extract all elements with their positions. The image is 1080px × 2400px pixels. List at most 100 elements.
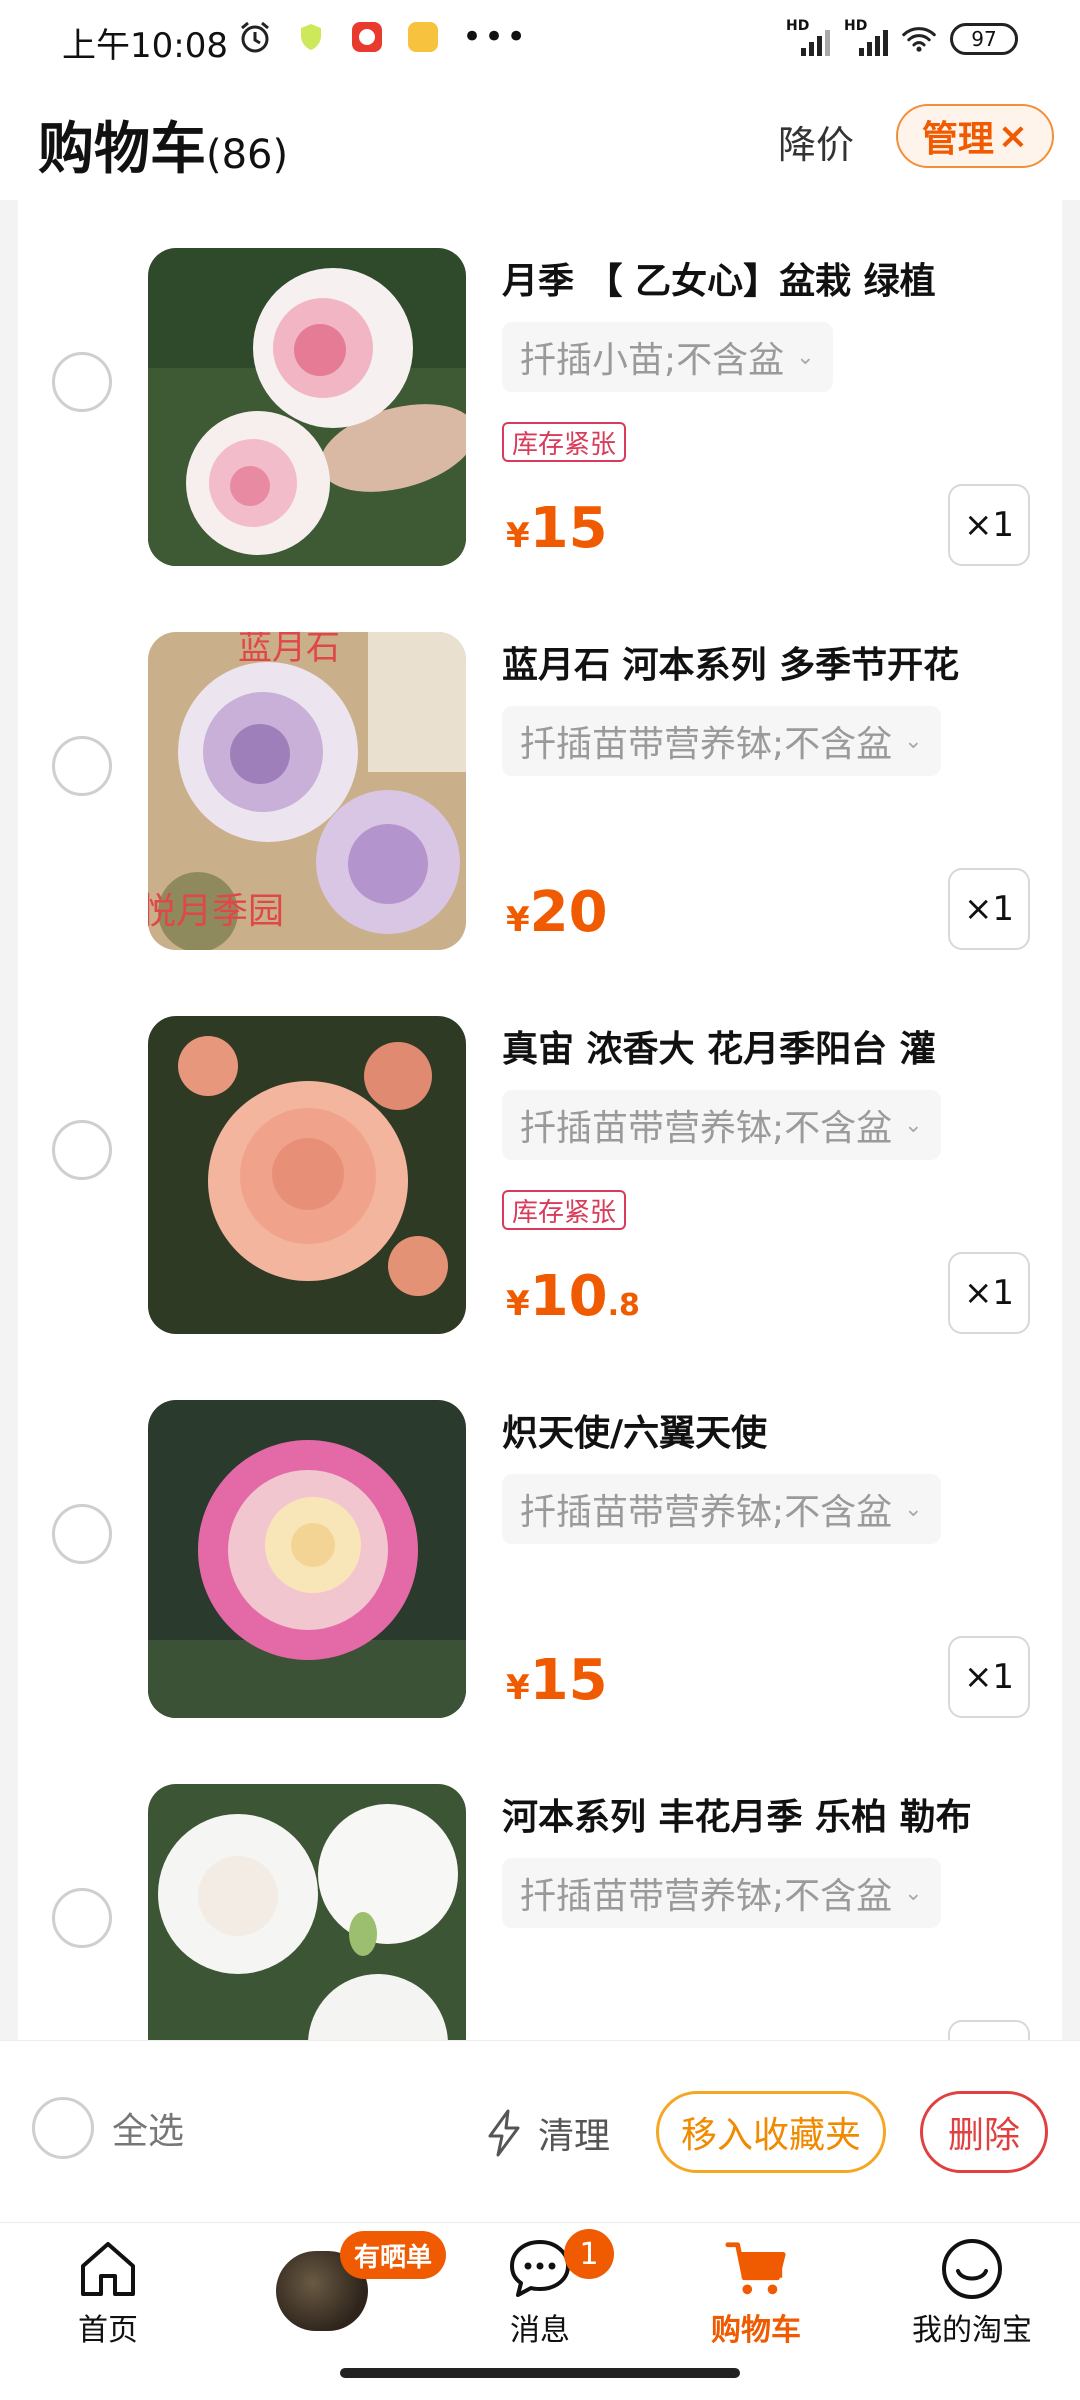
promo-badge: 有晒单 <box>340 2231 447 2279</box>
app-notification-icon <box>350 20 384 54</box>
clean-button[interactable]: 清理 <box>482 2107 610 2159</box>
signal-icon: HD <box>786 18 830 56</box>
tab-home[interactable]: 首页 <box>28 2237 188 2357</box>
price-integer: 15 <box>529 496 608 561</box>
sku-label: 扦插苗带营养钵;不含盆 <box>520 1108 893 1149</box>
item-select-checkbox[interactable] <box>52 1120 112 1180</box>
price-integer: 20 <box>529 880 608 945</box>
product-image[interactable] <box>148 248 466 566</box>
price: ¥20 <box>506 880 608 945</box>
move-to-favorites-button[interactable]: 移入收藏夹 <box>656 2091 886 2173</box>
chevron-down-icon: ⌄ <box>904 1496 923 1522</box>
sku-label: 扦插苗带营养钵;不含盆 <box>520 1876 893 1917</box>
page-title-text: 购物车 <box>38 117 206 182</box>
signal-icon: HD <box>844 18 888 56</box>
notification-icons: ••• <box>238 20 528 54</box>
clean-label: 清理 <box>538 2116 611 2157</box>
select-all-checkbox[interactable] <box>32 2097 94 2159</box>
product-name[interactable]: 蓝月石 河本系列 多季节开花 <box>502 636 1042 688</box>
page-title: 购物车(86) <box>38 104 288 185</box>
status-time: 上午10:08 <box>62 26 228 66</box>
chevron-down-icon: ⌄ <box>796 344 815 370</box>
shield-icon <box>294 20 328 54</box>
sku-selector[interactable]: 扦插苗带营养钵;不含盆 ⌄ <box>502 1090 941 1160</box>
home-indicator[interactable] <box>340 2368 740 2378</box>
select-all-label: 全选 <box>112 2111 185 2152</box>
tab-my-taobao-label: 我的淘宝 <box>912 2313 1032 2348</box>
price: ¥15 <box>506 496 608 561</box>
price: ¥15 <box>506 1648 608 1713</box>
tab-cart-label: 购物车 <box>711 2313 801 2348</box>
cart-item: 炽天使/六翼天使 扦插苗带营养钵;不含盆 ⌄ ¥15 ×1 <box>18 1352 1062 1736</box>
chevron-down-icon: ⌄ <box>904 1880 923 1906</box>
low-stock-badge: 库存紧张 <box>502 422 627 462</box>
mini-app-icon <box>406 20 440 54</box>
quantity-button[interactable]: ×1 <box>948 868 1030 950</box>
status-bar: 上午10:08 ••• HD HD 97 <box>0 0 1080 82</box>
lightning-icon <box>488 2109 520 2157</box>
close-icon: × <box>997 115 1029 157</box>
price-decimal: .8 <box>607 1288 640 1323</box>
item-select-checkbox[interactable] <box>52 1504 112 1564</box>
cart-header: 购物车(86) 降价 管理 × <box>0 82 1080 200</box>
sku-label: 扦插苗带营养钵;不含盆 <box>520 724 893 765</box>
cart-list: 月季 【 乙女心】盆栽 绿植 扦插小苗;不含盆 ⌄ 库存紧张 ¥15 ×1 蓝月… <box>18 200 1062 2040</box>
battery-level: 97 <box>971 27 997 51</box>
cart-count: (86) <box>206 132 289 178</box>
product-name[interactable]: 真宙 浓香大 花月季阳台 灌 <box>502 1020 1042 1072</box>
sku-selector[interactable]: 扦插苗带营养钵;不含盆 ⌄ <box>502 706 941 776</box>
currency-symbol: ¥ <box>506 516 530 556</box>
chevron-down-icon: ⌄ <box>904 1112 923 1138</box>
cart-item: 河本系列 丰花月季 乐柏 勒布 扦插苗带营养钵;不含盆 ⌄ <box>18 1736 1062 2040</box>
sku-label: 扦插苗带营养钵;不含盆 <box>520 1492 893 1533</box>
price-drop-button[interactable]: 降价 <box>778 114 854 169</box>
product-image[interactable] <box>148 1016 466 1334</box>
cart-item: 真宙 浓香大 花月季阳台 灌 扦插苗带营养钵;不含盆 ⌄ 库存紧张 ¥10.8 … <box>18 968 1062 1352</box>
image-watermark-top: 蓝月石 <box>238 632 340 668</box>
low-stock-badge: 库存紧张 <box>502 1190 627 1230</box>
product-name[interactable]: 炽天使/六翼天使 <box>502 1404 1042 1456</box>
image-watermark-bottom: 悦月季园 <box>148 891 285 932</box>
currency-symbol: ¥ <box>506 900 530 940</box>
quantity-button[interactable] <box>948 2020 1030 2040</box>
sku-selector[interactable]: 扦插苗带营养钵;不含盆 ⌄ <box>502 1474 941 1544</box>
price: ¥10.8 <box>506 1264 640 1329</box>
manage-button[interactable]: 管理 × <box>896 104 1054 168</box>
messages-badge: 1 <box>564 2229 614 2279</box>
product-name[interactable]: 河本系列 丰花月季 乐柏 勒布 <box>502 1788 1042 1840</box>
quantity-button[interactable]: ×1 <box>948 1636 1030 1718</box>
cart-item: 月季 【 乙女心】盆栽 绿植 扦插小苗;不含盆 ⌄ 库存紧张 ¥15 ×1 <box>18 200 1062 584</box>
select-all-toggle[interactable]: 全选 <box>32 2097 184 2159</box>
more-notifications-icon: ••• <box>462 17 529 57</box>
home-icon <box>76 2237 140 2301</box>
currency-symbol: ¥ <box>506 1284 530 1324</box>
alarm-icon <box>238 20 272 54</box>
sku-label: 扦插小苗;不含盆 <box>520 340 785 381</box>
bottom-action-bar: 全选 清理 移入收藏夹 删除 <box>0 2040 1080 2222</box>
chevron-down-icon: ⌄ <box>904 728 923 754</box>
tab-messages-label: 消息 <box>510 2313 570 2348</box>
product-image[interactable]: 蓝月石 悦月季园 <box>148 632 466 950</box>
tab-my-taobao[interactable]: 我的淘宝 <box>892 2237 1052 2357</box>
quantity-button[interactable]: ×1 <box>948 484 1030 566</box>
battery-indicator: 97 <box>950 23 1018 55</box>
currency-symbol: ¥ <box>506 1668 530 1708</box>
sku-selector[interactable]: 扦插小苗;不含盆 ⌄ <box>502 322 833 392</box>
product-image[interactable] <box>148 1784 466 2040</box>
product-image[interactable] <box>148 1400 466 1718</box>
item-select-checkbox[interactable] <box>52 736 112 796</box>
smile-face-icon <box>940 2237 1004 2301</box>
item-select-checkbox[interactable] <box>52 352 112 412</box>
chat-bubble-icon <box>508 2237 572 2301</box>
cart-item: 蓝月石 悦月季园 蓝月石 河本系列 多季节开花 扦插苗带营养钵;不含盆 ⌄ ¥2… <box>18 584 1062 968</box>
sku-selector[interactable]: 扦插苗带营养钵;不含盆 ⌄ <box>502 1858 941 1928</box>
wifi-icon <box>902 22 936 56</box>
tab-cart[interactable]: 购物车 <box>676 2237 836 2357</box>
quantity-button[interactable]: ×1 <box>948 1252 1030 1334</box>
tab-home-label: 首页 <box>78 2313 138 2348</box>
product-name[interactable]: 月季 【 乙女心】盆栽 绿植 <box>502 252 1042 304</box>
item-select-checkbox[interactable] <box>52 1888 112 1948</box>
cart-icon <box>724 2237 788 2301</box>
delete-button[interactable]: 删除 <box>920 2091 1048 2173</box>
price-integer: 10 <box>529 1264 608 1329</box>
